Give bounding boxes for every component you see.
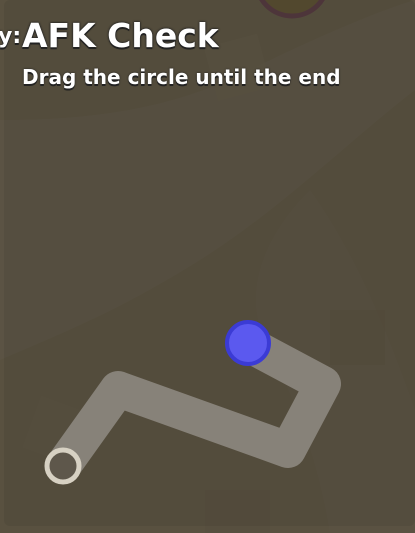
afk-check-panel: y: AFK Check Drag the circle until the e…: [0, 0, 415, 526]
blue-circle-icon[interactable]: [225, 320, 271, 366]
afk-left-text-fragment: y:: [0, 24, 22, 49]
afk-check-instruction: Drag the circle until the end: [22, 65, 341, 89]
afk-check-title: AFK Check: [22, 16, 219, 55]
